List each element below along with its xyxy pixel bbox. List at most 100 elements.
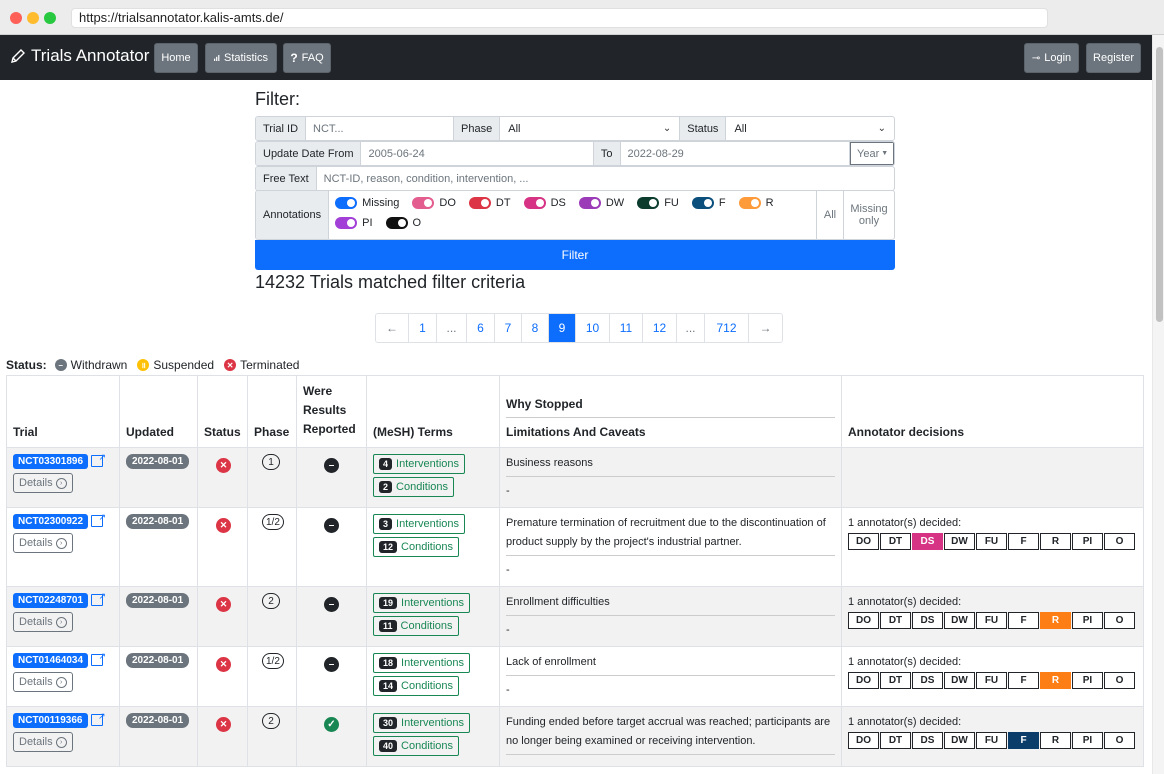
period-dropdown[interactable]: Year ▼ <box>850 142 894 165</box>
trial-id-badge[interactable]: NCT02248701 <box>13 593 89 608</box>
page-link[interactable]: 12 <box>643 314 677 342</box>
toggle-switch[interactable] <box>578 196 601 209</box>
interventions-button[interactable]: 18 Interventions <box>373 653 470 673</box>
interventions-button[interactable]: 19 Interventions <box>373 593 470 613</box>
external-link-icon[interactable] <box>90 711 106 727</box>
decision-badge[interactable]: PI <box>1072 672 1103 689</box>
decision-badge[interactable]: DS <box>912 672 943 689</box>
toggle-switch[interactable] <box>412 196 435 209</box>
update-to-input[interactable]: 2022-08-29 <box>621 142 850 165</box>
decision-badge[interactable]: F <box>1008 612 1039 629</box>
decision-badge[interactable]: O <box>1104 533 1135 550</box>
decision-badge[interactable]: DW <box>944 612 975 629</box>
toggle-switch[interactable] <box>738 196 761 209</box>
vertical-scrollbar[interactable] <box>1152 35 1164 774</box>
decision-badge[interactable]: DO <box>848 533 879 550</box>
page-ellipsis[interactable]: ... <box>677 314 705 342</box>
page-link[interactable]: 7 <box>495 314 522 342</box>
close-window-button[interactable] <box>10 12 22 24</box>
decision-badge[interactable]: FU <box>976 732 1007 749</box>
decision-badge[interactable]: F <box>1008 732 1039 749</box>
decision-badge[interactable]: PI <box>1072 533 1103 550</box>
annotation-toggle[interactable]: DS <box>523 195 566 210</box>
page-link[interactable]: 9 <box>549 314 576 342</box>
statistics-button[interactable]: Statistics <box>205 43 277 73</box>
decision-badge[interactable]: R <box>1040 533 1071 550</box>
decision-badge[interactable]: DW <box>944 533 975 550</box>
trial-id-badge[interactable]: NCT00119366 <box>13 713 88 728</box>
decision-badge[interactable]: DT <box>880 732 911 749</box>
conditions-button[interactable]: 11 Conditions <box>373 616 459 636</box>
decision-badge[interactable]: DT <box>880 612 911 629</box>
toggle-switch[interactable] <box>637 196 660 209</box>
conditions-button[interactable]: 2 Conditions <box>373 477 454 497</box>
decision-badge[interactable]: DO <box>848 732 879 749</box>
decision-badge[interactable]: F <box>1008 533 1039 550</box>
page-link[interactable]: 8 <box>522 314 549 342</box>
annotation-toggle[interactable]: O <box>385 215 421 230</box>
trial-id-input[interactable]: NCT... <box>306 117 455 140</box>
decision-badge[interactable]: O <box>1104 672 1135 689</box>
decision-badge[interactable]: DW <box>944 672 975 689</box>
decision-badge[interactable]: O <box>1104 612 1135 629</box>
trial-id-badge[interactable]: NCT01464034 <box>13 653 89 668</box>
details-button[interactable]: Details › <box>13 612 73 632</box>
interventions-button[interactable]: 4 Interventions <box>373 454 465 474</box>
details-button[interactable]: Details › <box>13 732 73 752</box>
conditions-button[interactable]: 40 Conditions <box>373 736 459 756</box>
home-button[interactable]: Home <box>154 43 198 73</box>
missing-only-button[interactable]: Missing only <box>843 191 894 239</box>
decision-badge[interactable]: PI <box>1072 732 1103 749</box>
all-button[interactable]: All <box>816 191 843 239</box>
toggle-switch[interactable] <box>468 196 491 209</box>
phase-select[interactable]: All ⌄ <box>500 117 681 140</box>
external-link-icon[interactable] <box>91 591 106 607</box>
decision-badge[interactable]: DS <box>912 732 943 749</box>
annotation-toggle[interactable]: R <box>738 195 774 210</box>
toggle-switch[interactable] <box>691 196 714 209</box>
decision-badge[interactable]: FU <box>976 533 1007 550</box>
trial-id-badge[interactable]: NCT03301896 <box>13 454 89 469</box>
toggle-switch[interactable] <box>523 196 546 209</box>
annotation-toggle[interactable]: FU <box>637 195 679 210</box>
free-text-input[interactable]: NCT-ID, reason, condition, intervention,… <box>317 167 894 190</box>
decision-badge[interactable]: DT <box>880 672 911 689</box>
external-link-icon[interactable] <box>91 651 106 667</box>
conditions-button[interactable]: 12 Conditions <box>373 537 459 557</box>
maximize-window-button[interactable] <box>44 12 56 24</box>
decision-badge[interactable]: DO <box>848 672 879 689</box>
decision-badge[interactable]: PI <box>1072 612 1103 629</box>
filter-submit-button[interactable]: Filter <box>255 240 895 270</box>
trial-id-badge[interactable]: NCT02300922 <box>13 514 89 529</box>
minimize-window-button[interactable] <box>27 12 39 24</box>
details-button[interactable]: Details › <box>13 473 73 493</box>
page-next-button[interactable]: → <box>749 314 782 342</box>
decision-badge[interactable]: R <box>1040 612 1071 629</box>
toggle-switch[interactable] <box>335 196 358 209</box>
details-button[interactable]: Details › <box>13 672 73 692</box>
interventions-button[interactable]: 30 Interventions <box>373 713 470 733</box>
details-button[interactable]: Details › <box>13 533 73 553</box>
toggle-switch[interactable] <box>335 216 358 229</box>
conditions-button[interactable]: 14 Conditions <box>373 676 459 696</box>
page-link[interactable]: 11 <box>610 314 643 342</box>
decision-badge[interactable]: DS <box>912 612 943 629</box>
external-link-icon[interactable] <box>91 452 106 468</box>
external-link-icon[interactable] <box>91 512 106 528</box>
annotation-toggle[interactable]: DT <box>468 195 511 210</box>
annotation-toggle[interactable]: F <box>691 195 726 210</box>
page-link[interactable]: 6 <box>467 314 495 342</box>
page-link[interactable]: 10 <box>576 314 610 342</box>
page-ellipsis[interactable]: ... <box>437 314 467 342</box>
decision-badge[interactable]: R <box>1040 672 1071 689</box>
address-bar[interactable]: https://trialsannotator.kalis-amts.de/ <box>71 8 1048 28</box>
toggle-switch[interactable] <box>385 216 408 229</box>
page-link[interactable]: 1 <box>409 314 437 342</box>
decision-badge[interactable]: DT <box>880 533 911 550</box>
annotation-toggle[interactable]: DW <box>578 195 624 210</box>
page-link[interactable]: 712 <box>705 314 749 342</box>
decision-badge[interactable]: FU <box>976 612 1007 629</box>
decision-badge[interactable]: FU <box>976 672 1007 689</box>
decision-badge[interactable]: O <box>1104 732 1135 749</box>
decision-badge[interactable]: DW <box>944 732 975 749</box>
